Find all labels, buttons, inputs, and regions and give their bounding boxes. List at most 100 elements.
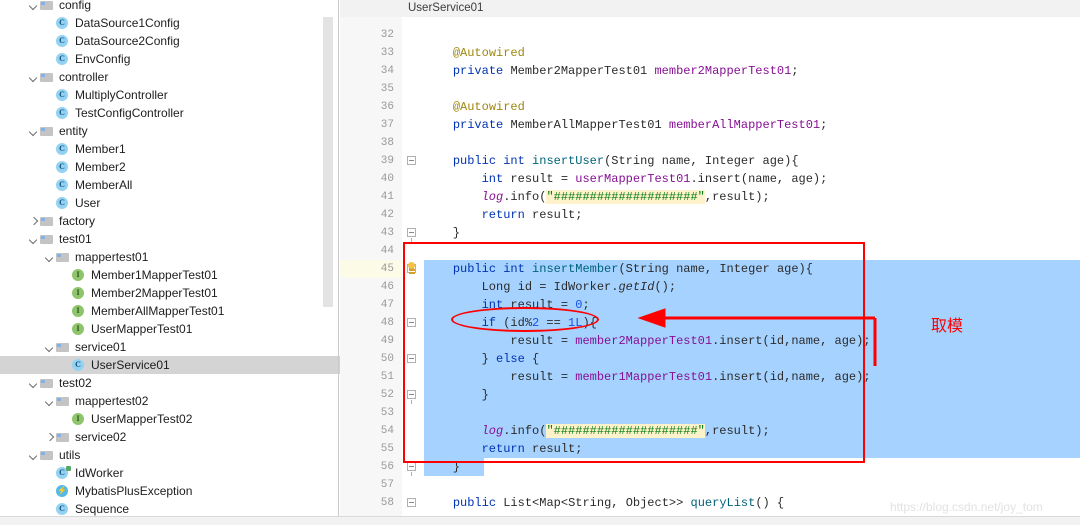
chevron-right-icon[interactable] (44, 428, 55, 446)
code-line-41[interactable]: log.info("####################",result); (424, 188, 770, 206)
tree-item-mappertest02[interactable]: mappertest02 (0, 392, 340, 410)
line-number[interactable]: 49 (381, 332, 394, 350)
line-number[interactable]: 46 (381, 278, 394, 296)
line-number[interactable]: 42 (381, 206, 394, 224)
tree-item-service02[interactable]: service02 (0, 428, 340, 446)
tree-item-controller[interactable]: controller (0, 68, 340, 86)
code-line-58[interactable]: public List<Map<String, Object>> queryLi… (424, 494, 784, 512)
line-number[interactable]: 37 (381, 116, 394, 134)
line-number[interactable]: 38 (381, 134, 394, 152)
code-line-46[interactable]: Long id = IdWorker.getId(); (424, 278, 676, 296)
code-line-43[interactable]: } (424, 224, 460, 242)
code-line-50[interactable]: } else { (424, 350, 540, 368)
code-line-48[interactable]: if (id%2 == 1L){ (424, 314, 597, 332)
line-number[interactable]: 36 (381, 98, 394, 116)
line-number[interactable]: 54 (381, 422, 394, 440)
tree-item-mappertest01[interactable]: mappertest01 (0, 248, 340, 266)
tree-item-utils[interactable]: utils (0, 446, 340, 464)
tree-item-mybatisplusexception[interactable]: ⚡ MybatisPlusException (0, 482, 340, 500)
tree-item-test01[interactable]: test01 (0, 230, 340, 248)
line-number[interactable]: 52 (381, 386, 394, 404)
tree-item-idworker[interactable]: C IdWorker (0, 464, 340, 482)
code-line-37[interactable]: private MemberAllMapperTest01 memberAllM… (424, 116, 828, 134)
line-number[interactable]: 33 (381, 44, 394, 62)
tree-item-userservice01[interactable]: C UserService01 (0, 356, 340, 374)
code-editor-panel[interactable]: UserService01 32 33 34 35 36 37 38 39 40 41 42 43 44… (340, 0, 1080, 525)
editor-gutter[interactable]: 32 33 34 35 36 37 38 39 40 41 42 43 44 45 46 47 48 49 50 51… (340, 17, 403, 525)
tree-item-test02[interactable]: test02 (0, 374, 340, 392)
code-line-40[interactable]: int result = userMapperTest01.insert(nam… (424, 170, 828, 188)
line-number[interactable]: 51 (381, 368, 394, 386)
chevron-down-icon[interactable] (28, 374, 39, 392)
code-line-54[interactable]: log.info("####################",result); (424, 422, 770, 440)
code-line-34[interactable]: private Member2MapperTest01 member2Mappe… (424, 62, 799, 80)
tree-item-factory[interactable]: factory (0, 212, 340, 230)
line-number[interactable]: 48 (381, 314, 394, 332)
line-number[interactable]: 39 (381, 152, 394, 170)
line-number[interactable]: 43 (381, 224, 394, 242)
project-tree[interactable]: config C DataSource1Config C DataSource2Conf… (0, 0, 340, 525)
tree-item-service01[interactable]: service01 (0, 338, 340, 356)
code-fold-toggle[interactable] (407, 354, 416, 363)
line-number[interactable]: 55 (381, 440, 394, 458)
tree-item-memberallmappertest01[interactable]: I MemberAllMapperTest01 (0, 302, 340, 320)
code-line-51[interactable]: result = member1MapperTest01.insert(id,n… (424, 368, 870, 386)
tree-item-datasource2config[interactable]: C DataSource2Config (0, 32, 340, 50)
panel-divider[interactable] (338, 0, 339, 525)
line-number[interactable]: 53 (381, 404, 394, 422)
tree-item-member1mappertest01[interactable]: I Member1MapperTest01 (0, 266, 340, 284)
line-number[interactable]: 35 (381, 80, 394, 98)
line-number[interactable]: 57 (381, 476, 394, 494)
tab-userservice01[interactable]: UserService01 (408, 0, 483, 17)
line-number[interactable]: 45 (381, 260, 394, 278)
chevron-down-icon[interactable] (28, 446, 39, 464)
project-tree-scrollbar[interactable] (323, 17, 333, 307)
line-number[interactable]: 40 (381, 170, 394, 188)
line-number[interactable]: 44 (381, 242, 394, 260)
code-fold-toggle[interactable] (407, 228, 416, 242)
project-tree-panel[interactable]: config C DataSource1Config C DataSource2Conf… (0, 0, 340, 525)
chevron-down-icon[interactable] (28, 68, 39, 86)
line-number[interactable]: 47 (381, 296, 394, 314)
chevron-down-icon[interactable] (44, 338, 55, 356)
code-fold-toggle[interactable] (407, 318, 416, 327)
code-line-36[interactable]: @Autowired (424, 98, 525, 116)
line-number[interactable]: 34 (381, 62, 394, 80)
tree-item-usermappertest01[interactable]: I UserMapperTest01 (0, 320, 340, 338)
tree-item-member1[interactable]: C Member1 (0, 140, 340, 158)
line-number[interactable]: 58 (381, 494, 394, 512)
code-line-56[interactable]: } (424, 458, 460, 476)
editor-fold-strip[interactable] (402, 17, 424, 525)
tree-item-datasource1config[interactable]: C DataSource1Config (0, 14, 340, 32)
code-fold-toggle[interactable] (407, 462, 416, 476)
chevron-down-icon[interactable] (28, 230, 39, 248)
line-number[interactable]: 41 (381, 188, 394, 206)
tree-item-member2[interactable]: C Member2 (0, 158, 340, 176)
tree-item-multiplycontroller[interactable]: C MultiplyController (0, 86, 340, 104)
tree-item-envconfig[interactable]: C EnvConfig (0, 50, 340, 68)
code-line-45[interactable]: public int insertMember(String name, Int… (424, 260, 813, 278)
code-fold-toggle[interactable] (407, 498, 416, 507)
code-line-39[interactable]: public int insertUser(String name, Integ… (424, 152, 799, 170)
tree-item-config[interactable]: config (0, 0, 340, 14)
tree-item-member2mappertest01[interactable]: I Member2MapperTest01 (0, 284, 340, 302)
code-fold-toggle[interactable] (407, 390, 416, 404)
chevron-down-icon[interactable] (28, 0, 39, 14)
editor-tab-bar[interactable]: UserService01 (340, 0, 1080, 18)
tree-item-testconfigcontroller[interactable]: C TestConfigController (0, 104, 340, 122)
line-number[interactable]: 32 (381, 26, 394, 44)
chevron-down-icon[interactable] (44, 392, 55, 410)
code-line-52[interactable]: } (424, 386, 489, 404)
tree-item-usermappertest02[interactable]: I UserMapperTest02 (0, 410, 340, 428)
code-line-42[interactable]: return result; (424, 206, 583, 224)
code-fold-toggle[interactable] (407, 156, 416, 165)
line-number[interactable]: 50 (381, 350, 394, 368)
code-line-33[interactable]: @Autowired (424, 44, 525, 62)
chevron-right-icon[interactable] (28, 212, 39, 230)
tree-item-user[interactable]: C User (0, 194, 340, 212)
chevron-down-icon[interactable] (28, 122, 39, 140)
code-line-55[interactable]: return result; (424, 440, 583, 458)
chevron-down-icon[interactable] (44, 248, 55, 266)
tree-item-entity[interactable]: entity (0, 122, 340, 140)
intention-bulb-icon[interactable] (405, 262, 418, 277)
